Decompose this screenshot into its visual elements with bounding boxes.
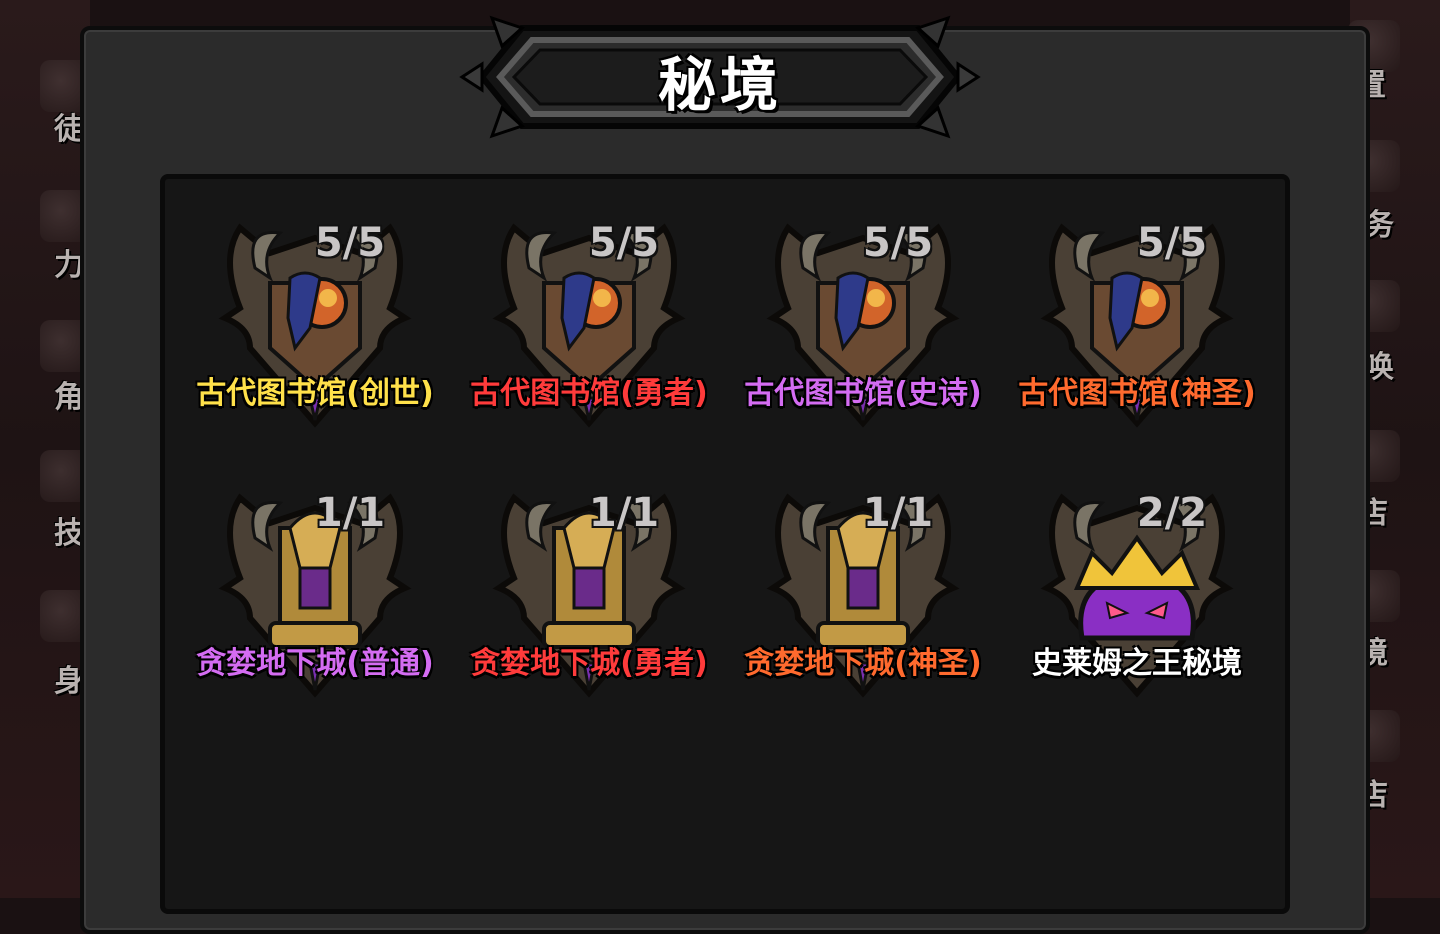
- dungeon-name: 古代图书馆(创世): [170, 368, 460, 412]
- clear-count: 1/1: [300, 490, 400, 536]
- dungeon-card[interactable]: 1/1 贪婪地下城(神圣): [738, 468, 988, 708]
- page-title: 秘境: [452, 38, 988, 122]
- clear-count: 5/5: [848, 220, 948, 266]
- dungeon-name: 古代图书馆(勇者): [444, 368, 734, 412]
- dungeon-name: 贪婪地下城(普通): [170, 638, 460, 682]
- clear-count: 1/1: [574, 490, 674, 536]
- clear-count: 5/5: [574, 220, 674, 266]
- dungeon-name: 贪婪地下城(勇者): [444, 638, 734, 682]
- dungeon-name: 史莱姆之王秘境: [992, 638, 1282, 682]
- clear-count: 2/2: [1122, 490, 1222, 536]
- dungeon-card[interactable]: 5/5 古代图书馆(勇者): [464, 198, 714, 438]
- dungeon-card[interactable]: 5/5 古代图书馆(创世): [190, 198, 440, 438]
- dungeon-card[interactable]: 2/2 史莱姆之王秘境: [1012, 468, 1262, 708]
- dungeon-name: 古代图书馆(神圣): [992, 368, 1282, 412]
- clear-count: 1/1: [848, 490, 948, 536]
- clear-count: 5/5: [300, 220, 400, 266]
- dungeon-card[interactable]: 1/1 贪婪地下城(普通): [190, 468, 440, 708]
- dungeon-name: 贪婪地下城(神圣): [718, 638, 1008, 682]
- dungeon-card[interactable]: 1/1 贪婪地下城(勇者): [464, 468, 714, 708]
- dungeon-card[interactable]: 5/5 古代图书馆(史诗): [738, 198, 988, 438]
- title-plate: 秘境: [452, 8, 988, 146]
- dungeon-name: 古代图书馆(史诗): [718, 368, 1008, 412]
- clear-count: 5/5: [1122, 220, 1222, 266]
- dungeon-card[interactable]: 5/5 古代图书馆(神圣): [1012, 198, 1262, 438]
